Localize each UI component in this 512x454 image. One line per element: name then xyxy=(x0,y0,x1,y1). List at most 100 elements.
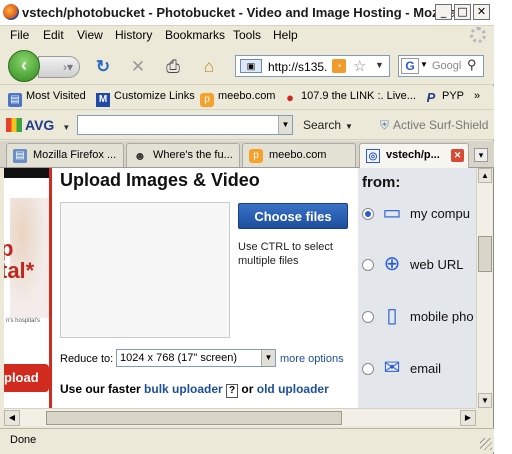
menu-tools[interactable]: Tools xyxy=(233,28,261,42)
mobile-phone-icon: ▯ xyxy=(386,305,398,327)
scroll-left-icon[interactable]: ◀ xyxy=(4,410,20,426)
menu-help[interactable]: Help xyxy=(273,28,298,42)
window-title: vstech/photobucket - Photobucket - Video… xyxy=(22,5,457,20)
browser-window: vstech/photobucket - Photobucket - Video… xyxy=(0,0,494,454)
minimize-button[interactable]: _ xyxy=(435,4,452,20)
search-box[interactable]: G ▼ Googl ⚲ xyxy=(398,55,484,77)
avg-search-dropdown-icon[interactable]: ▼ xyxy=(278,116,292,134)
menu-history[interactable]: History xyxy=(115,28,152,42)
most-visited-icon: ▤ xyxy=(8,93,22,107)
url-dropdown-icon[interactable]: ▼ xyxy=(375,60,384,70)
status-text: Done xyxy=(10,434,37,446)
scroll-up-icon[interactable]: ▲ xyxy=(478,168,492,183)
avg-logo[interactable]: AVG ▼ xyxy=(6,117,70,133)
resize-grip-icon[interactable] xyxy=(480,438,492,450)
upload-dropzone[interactable] xyxy=(60,202,230,338)
firefox-icon xyxy=(3,4,19,20)
stop-icon[interactable]: ✕ xyxy=(128,57,148,77)
source-web-url[interactable]: ⊕ web URL xyxy=(358,249,476,279)
banner-top-bar xyxy=(4,168,49,178)
radio-mobile-phone[interactable] xyxy=(362,311,374,323)
throbber-icon xyxy=(470,27,486,43)
avg-search-button[interactable]: Search ▼ xyxy=(303,118,353,132)
avg-toolbar: AVG ▼ ▼ Search ▼ ⛨ Active Surf-Shield xyxy=(0,110,494,140)
choose-files-button[interactable]: Choose files xyxy=(238,203,348,229)
google-icon[interactable]: G xyxy=(401,58,419,74)
shield-icon: ⛨ xyxy=(380,118,390,132)
reduce-dropdown-icon[interactable]: ▼ xyxy=(261,350,275,366)
meebo-icon: p xyxy=(200,93,214,107)
bookmark-pyp[interactable]: P PYP xyxy=(424,90,464,105)
menu-bar: File Edit View History Bookmarks Tools H… xyxy=(0,26,494,45)
print-icon[interactable]: ⎙ xyxy=(163,57,183,77)
reduce-size-select[interactable]: 1024 x 768 (17" screen) ▼ xyxy=(116,349,276,367)
url-text[interactable]: http://s135. xyxy=(268,60,327,74)
menu-file[interactable]: File xyxy=(10,28,29,42)
avg-surf-shield[interactable]: ⛨ Active Surf-Shield xyxy=(380,118,488,133)
horizontal-scroll-thumb[interactable] xyxy=(46,411,342,425)
avg-menu-dropdown-icon[interactable]: ▼ xyxy=(62,123,70,132)
radio-my-computer[interactable] xyxy=(362,208,374,220)
bookmark-107-9-the-link[interactable]: ● 107.9 the LINK :. Live... xyxy=(283,90,416,105)
bookmark-star-icon[interactable]: ☆ xyxy=(353,57,366,75)
bulk-uploader-link[interactable]: bulk uploader xyxy=(144,382,223,396)
tab-vstech-photobucket[interactable]: ◎ vstech/p... ✕ xyxy=(359,143,469,169)
avg-search-input[interactable]: ▼ xyxy=(77,115,293,135)
ctrl-hint: Use CTRL to select multiple files xyxy=(238,241,333,267)
bookmark-meebo[interactable]: p meebo.com xyxy=(200,90,275,107)
source-my-computer[interactable]: ▭ my compu xyxy=(358,198,476,228)
vertical-scroll-thumb[interactable] xyxy=(478,236,492,272)
from-title: from: xyxy=(362,174,401,191)
page-icon: ▤ xyxy=(13,149,27,163)
menu-bookmarks[interactable]: Bookmarks xyxy=(165,28,225,42)
address-bar[interactable]: ▣ http://s135. ◔ ☆ ▼ xyxy=(235,55,390,77)
bookmark-most-visited[interactable]: ▤ Most Visited xyxy=(8,90,86,107)
faster-uploader-line: Use our faster bulk uploader ? or old up… xyxy=(60,382,329,398)
home-icon[interactable]: ⌂ xyxy=(199,57,219,77)
search-placeholder[interactable]: Googl xyxy=(432,60,461,72)
old-uploader-link[interactable]: old uploader xyxy=(257,382,329,396)
reload-icon[interactable]: ↻ xyxy=(93,57,113,77)
back-button[interactable]: ‹ xyxy=(8,50,40,82)
menu-edit[interactable]: Edit xyxy=(43,28,64,42)
tab-bar: ▤ Mozilla Firefox ... ☻ Where's the fu... … xyxy=(0,141,494,169)
banner-upload-button[interactable]: pload xyxy=(4,364,49,392)
forward-button[interactable]: ›▾ xyxy=(38,56,80,78)
face-icon: ☻ xyxy=(133,149,147,163)
rss-icon[interactable]: ◔ xyxy=(332,59,346,73)
photobucket-icon: ◎ xyxy=(366,149,380,163)
status-bar: Done xyxy=(0,428,494,452)
computer-icon: ▭ xyxy=(382,202,402,224)
reduce-label: Reduce to: xyxy=(60,353,114,365)
tab-mozilla-firefox[interactable]: ▤ Mozilla Firefox ... xyxy=(6,143,124,167)
close-tab-icon[interactable]: ✕ xyxy=(451,149,464,162)
customize-links-icon: M xyxy=(96,93,110,107)
radio-email[interactable] xyxy=(362,363,374,375)
source-email[interactable]: ✉ email xyxy=(358,353,476,383)
speech-bubble-icon: ● xyxy=(286,90,294,105)
scroll-down-icon[interactable]: ▼ xyxy=(478,393,492,408)
close-button[interactable]: ✕ xyxy=(473,4,490,20)
tab-meebo[interactable]: p meebo.com xyxy=(242,143,356,167)
scroll-right-icon[interactable]: ▶ xyxy=(460,410,476,426)
avg-search-dropdown-arrow-icon: ▼ xyxy=(345,122,353,131)
bookmarks-overflow-button[interactable]: » xyxy=(474,90,480,102)
source-mobile-phone[interactable]: ▯ mobile pho xyxy=(358,301,476,331)
search-icon[interactable]: ⚲ xyxy=(467,57,477,73)
help-icon[interactable]: ? xyxy=(226,384,239,398)
upload-panel: Upload Images & Video Choose files Use C… xyxy=(56,168,356,408)
banner-small-text: n's hospital's xyxy=(6,318,40,324)
site-identity-icon[interactable]: ▣ xyxy=(240,59,262,73)
source-panel: from: ▭ my compu ⊕ web URL ▯ mobile pho … xyxy=(358,168,476,408)
maximize-button[interactable]: □ xyxy=(454,4,471,20)
menu-view[interactable]: View xyxy=(77,28,103,42)
search-engine-dropdown-icon[interactable]: ▼ xyxy=(420,60,428,69)
globe-icon: ⊕ xyxy=(383,253,401,275)
tab-list-dropdown-icon[interactable]: ▾ xyxy=(474,148,488,162)
horizontal-scrollbar[interactable]: ◀ ▶ xyxy=(4,408,476,426)
tab-wheres-the[interactable]: ☻ Where's the fu... xyxy=(126,143,240,167)
more-options-link[interactable]: more options xyxy=(280,353,344,365)
radio-web-url[interactable] xyxy=(362,259,374,271)
bookmark-customize-links[interactable]: M Customize Links xyxy=(96,90,195,107)
vertical-scrollbar[interactable]: ▲ ▼ xyxy=(476,168,492,408)
